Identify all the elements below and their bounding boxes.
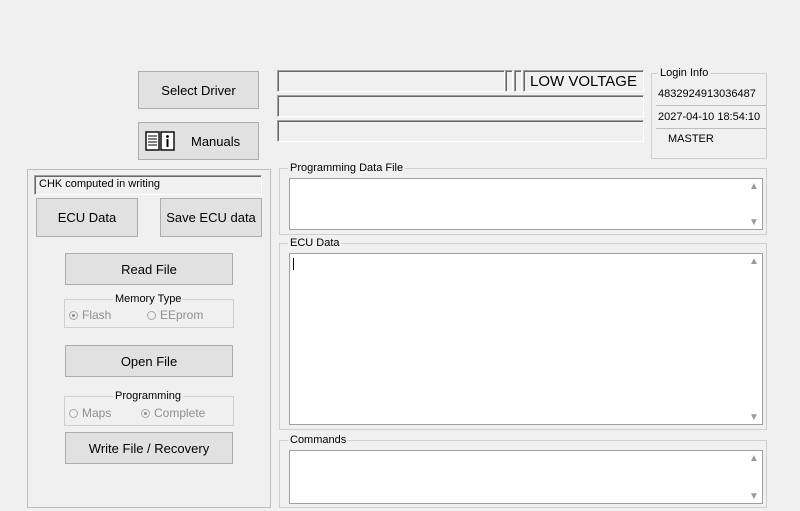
book-info-icon bbox=[145, 129, 175, 153]
low-voltage-status: LOW VOLTAGE bbox=[523, 70, 644, 92]
ecu-data-scrollbar[interactable]: ▲ ▼ bbox=[746, 254, 762, 424]
login-info-title: Login Info bbox=[658, 67, 711, 79]
radio-flash[interactable]: Flash bbox=[69, 308, 111, 322]
ecu-data-button-label: ECU Data bbox=[57, 210, 117, 225]
programming-group: Programming Maps Complete bbox=[64, 390, 234, 426]
radio-flash-label: Flash bbox=[82, 308, 112, 322]
status-indicator-1 bbox=[505, 70, 513, 92]
ecu-data-title: ECU Data bbox=[288, 237, 342, 249]
scroll-up-icon[interactable]: ▲ bbox=[746, 254, 762, 268]
status-field-1 bbox=[277, 70, 505, 92]
radio-maps-indicator bbox=[69, 408, 78, 418]
read-file-button-label: Read File bbox=[121, 261, 177, 277]
scroll-down-icon[interactable]: ▼ bbox=[746, 489, 762, 503]
commands-textarea[interactable]: ▲ ▼ bbox=[289, 450, 763, 504]
low-voltage-label: LOW VOLTAGE bbox=[530, 72, 637, 90]
chk-status-field: CHK computed in writing bbox=[34, 175, 262, 195]
select-driver-label: Select Driver bbox=[161, 82, 236, 98]
manuals-button[interactable]: Manuals bbox=[138, 122, 259, 160]
open-file-button[interactable]: Open File bbox=[65, 345, 233, 377]
commands-group: Commands ▲ ▼ bbox=[279, 434, 767, 508]
commands-scrollbar[interactable]: ▲ ▼ bbox=[746, 451, 762, 503]
programming-title: Programming bbox=[113, 390, 184, 402]
radio-flash-indicator bbox=[69, 310, 78, 320]
select-driver-button[interactable]: Select Driver bbox=[138, 71, 259, 109]
read-file-button[interactable]: Read File bbox=[65, 253, 233, 285]
manuals-label: Manuals bbox=[191, 133, 241, 149]
open-file-button-label: Open File bbox=[120, 353, 178, 369]
programming-file-scrollbar[interactable]: ▲ ▼ bbox=[746, 179, 762, 229]
memory-type-group: Memory Type Flash EEprom bbox=[64, 293, 234, 328]
login-datetime: 2027-04-10 18:54:10 bbox=[656, 107, 766, 129]
scroll-up-icon[interactable]: ▲ bbox=[746, 179, 762, 193]
text-cursor bbox=[293, 258, 294, 270]
save-ecu-data-button-label: Save ECU data bbox=[166, 210, 256, 225]
memory-type-title: Memory Type bbox=[113, 293, 184, 305]
radio-maps[interactable]: Maps bbox=[69, 406, 111, 420]
login-info-group: Login Info 4832924913036487 2027-04-10 1… bbox=[651, 67, 767, 159]
radio-eeprom[interactable]: EEprom bbox=[147, 308, 203, 322]
radio-eeprom-indicator bbox=[147, 310, 156, 320]
radio-complete-indicator bbox=[141, 408, 150, 418]
radio-complete[interactable]: Complete bbox=[141, 406, 205, 420]
scroll-down-icon[interactable]: ▼ bbox=[746, 215, 762, 229]
status-field-3 bbox=[277, 120, 644, 142]
login-role: MASTER bbox=[668, 133, 714, 145]
radio-complete-label: Complete bbox=[154, 406, 206, 420]
status-indicator-2 bbox=[514, 70, 522, 92]
write-file-recovery-label: Write File / Recovery bbox=[88, 440, 210, 456]
programming-data-file-title: Programming Data File bbox=[288, 162, 406, 174]
radio-maps-label: Maps bbox=[82, 406, 112, 420]
login-id: 4832924913036487 bbox=[656, 84, 766, 106]
programming-data-file-group: Programming Data File ▲ ▼ bbox=[279, 162, 767, 235]
scroll-down-icon[interactable]: ▼ bbox=[746, 410, 762, 424]
chk-status-text: CHK computed in writing bbox=[39, 178, 161, 190]
write-file-recovery-button[interactable]: Write File / Recovery bbox=[65, 432, 233, 464]
scroll-up-icon[interactable]: ▲ bbox=[746, 451, 762, 465]
radio-eeprom-label: EEprom bbox=[160, 308, 204, 322]
commands-title: Commands bbox=[288, 434, 349, 446]
ecu-data-group: ECU Data ▲ ▼ bbox=[279, 237, 767, 430]
save-ecu-data-button[interactable]: Save ECU data bbox=[160, 198, 262, 237]
ecu-data-textarea[interactable]: ▲ ▼ bbox=[289, 253, 763, 425]
ecu-data-button[interactable]: ECU Data bbox=[36, 198, 138, 237]
programming-data-file-textarea[interactable]: ▲ ▼ bbox=[289, 178, 763, 230]
status-field-2 bbox=[277, 95, 644, 117]
